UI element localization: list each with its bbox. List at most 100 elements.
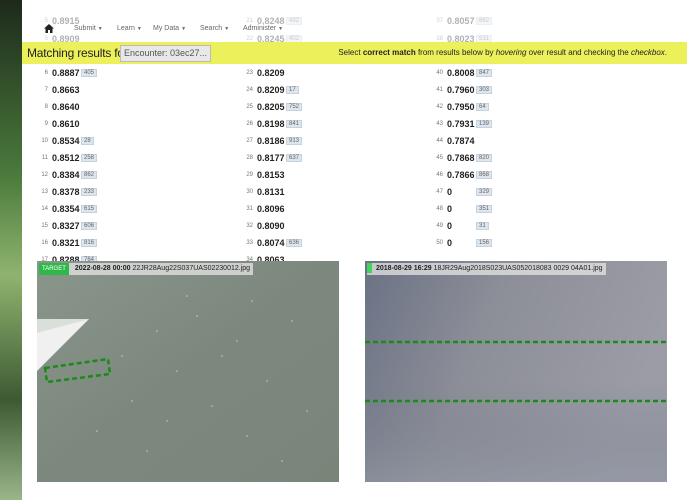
result-score: 0.8198 xyxy=(257,118,285,129)
result-id-badge[interactable]: 847 xyxy=(476,68,493,77)
result-row[interactable]: 46 0.7866 868 xyxy=(429,166,493,183)
result-score: 0 xyxy=(447,186,453,197)
result-row[interactable]: 40 0.8008 847 xyxy=(429,64,493,81)
result-id-badge[interactable]: 139 xyxy=(476,119,493,128)
result-row[interactable]: 9 0.8610 xyxy=(34,115,80,132)
result-score: 0.8209 xyxy=(257,67,285,78)
result-score: 0.8131 xyxy=(257,186,285,197)
result-rank: 29 xyxy=(246,171,253,178)
nav-administer[interactable]: Administer ▼ xyxy=(243,25,283,32)
nav-submit[interactable]: Submit ▼ xyxy=(74,25,103,32)
result-id-badge[interactable]: 405 xyxy=(81,68,98,77)
result-row[interactable]: 12 0.8384 862 xyxy=(34,166,98,183)
target-image-panel[interactable]: TARGET 2022-08-28 00:00 22JR28Aug22S037UA… xyxy=(37,261,339,482)
result-row[interactable]: 43 0.7931 139 xyxy=(429,115,493,132)
result-id-badge[interactable]: 156 xyxy=(476,238,493,247)
result-row[interactable]: 15 0.8327 606 xyxy=(34,217,98,234)
result-rank: 13 xyxy=(41,188,48,195)
result-row[interactable]: 25 0.8205 752 xyxy=(239,98,303,115)
result-rank: 8 xyxy=(44,103,48,110)
navbar: Submit ▼ Learn ▼ My Data ▼ Search ▼ Administ… xyxy=(22,18,687,40)
result-row[interactable]: 45 0.7868 820 xyxy=(429,149,493,166)
result-row[interactable]: 50 0 156 xyxy=(429,234,493,251)
nav-search[interactable]: Search ▼ xyxy=(200,25,229,32)
result-score: 0 xyxy=(447,237,453,248)
result-row[interactable]: 28 0.8177 637 xyxy=(239,149,303,166)
result-row[interactable]: 23 0.8209 xyxy=(239,64,285,81)
result-rank: 27 xyxy=(246,137,253,144)
result-score: 0.8512 xyxy=(52,152,80,163)
result-id-badge[interactable]: 615 xyxy=(81,204,98,213)
result-id-badge[interactable]: 303 xyxy=(476,85,493,94)
result-row[interactable]: 11 0.8512 258 xyxy=(34,149,98,166)
result-row[interactable]: 27 0.8186 913 xyxy=(239,132,303,149)
result-id-badge[interactable]: 636 xyxy=(286,238,303,247)
background-photo xyxy=(0,0,22,500)
result-row[interactable]: 49 0 31 xyxy=(429,217,489,234)
result-rank: 40 xyxy=(436,69,443,76)
result-row[interactable]: 42 0.7950 64 xyxy=(429,98,489,115)
result-id-badge[interactable]: 606 xyxy=(81,221,98,230)
result-row[interactable]: 7 0.8663 xyxy=(34,81,80,98)
result-row[interactable]: 41 0.7960 303 xyxy=(429,81,493,98)
result-row[interactable]: 16 0.8321 816 xyxy=(34,234,98,251)
result-row[interactable]: 30 0.8131 xyxy=(239,183,285,200)
result-row[interactable]: 32 0.8090 xyxy=(239,217,285,234)
result-score: 0.8177 xyxy=(257,152,285,163)
result-id-badge[interactable]: 28 xyxy=(81,136,94,145)
result-id-badge[interactable]: 816 xyxy=(81,238,98,247)
result-rank: 11 xyxy=(41,154,48,161)
result-score: 0.8534 xyxy=(52,135,80,146)
result-row[interactable]: 10 0.8534 28 xyxy=(34,132,94,149)
candidate-image-panel[interactable]: 2018-08-29 16:29 18JR29Aug2018S023UAS052… xyxy=(365,261,667,482)
result-score: 0.8378 xyxy=(52,186,80,197)
result-rank: 9 xyxy=(44,120,48,127)
result-score: 0.8887 xyxy=(52,67,80,78)
result-rank: 42 xyxy=(436,103,443,110)
result-rank: 10 xyxy=(41,137,48,144)
result-id-badge[interactable]: 17 xyxy=(286,85,299,94)
result-id-badge[interactable]: 913 xyxy=(286,136,303,145)
result-id-badge[interactable]: 351 xyxy=(476,204,493,213)
result-score: 0.8640 xyxy=(52,101,80,112)
result-row[interactable]: 24 0.8209 17 xyxy=(239,81,299,98)
result-rank: 16 xyxy=(41,239,48,246)
result-id-badge[interactable]: 862 xyxy=(81,170,98,179)
result-rank: 48 xyxy=(436,205,443,212)
result-row[interactable]: 14 0.8354 615 xyxy=(34,200,98,217)
result-id-badge[interactable]: 329 xyxy=(476,187,493,196)
result-row[interactable]: 6 0.8887 405 xyxy=(34,64,98,81)
result-id-badge[interactable]: 637 xyxy=(286,153,303,162)
result-id-badge[interactable]: 64 xyxy=(476,102,489,111)
result-id-badge[interactable]: 233 xyxy=(81,187,98,196)
result-rank: 6 xyxy=(44,69,48,76)
result-rank: 7 xyxy=(44,86,48,93)
result-score: 0.8327 xyxy=(52,220,80,231)
match-results-page: 5 0.8915 5 0.8909 6 0.8887 405 7 0.8663 8 0.8640 9 0… xyxy=(22,0,687,500)
result-id-badge[interactable]: 841 xyxy=(286,119,303,128)
result-rank: 44 xyxy=(436,137,443,144)
result-row[interactable]: 29 0.8153 xyxy=(239,166,285,183)
result-score: 0.8384 xyxy=(52,169,80,180)
nav-learn[interactable]: Learn ▼ xyxy=(117,25,142,32)
result-id-badge[interactable]: 868 xyxy=(476,170,493,179)
result-score: 0.8321 xyxy=(52,237,80,248)
result-row[interactable]: 44 0.7874 xyxy=(429,132,475,149)
result-id-badge[interactable]: 752 xyxy=(286,102,303,111)
result-rank: 15 xyxy=(41,222,48,229)
result-score: 0.8008 xyxy=(447,67,475,78)
result-row[interactable]: 13 0.8378 233 xyxy=(34,183,98,200)
result-row[interactable]: 48 0 351 xyxy=(429,200,493,217)
result-id-badge[interactable]: 820 xyxy=(476,153,493,162)
result-row[interactable]: 31 0.8096 xyxy=(239,200,285,217)
nav-my-data[interactable]: My Data ▼ xyxy=(153,25,186,32)
result-row[interactable]: 33 0.8074 636 xyxy=(239,234,303,251)
result-id-badge[interactable]: 258 xyxy=(81,153,98,162)
target-image-caption: TARGET 2022-08-28 00:00 22JR28Aug22S037UA… xyxy=(39,263,254,275)
result-row[interactable]: 26 0.8198 841 xyxy=(239,115,303,132)
result-row[interactable]: 47 0 329 xyxy=(429,183,493,200)
result-id-badge[interactable]: 31 xyxy=(476,221,489,230)
home-icon[interactable] xyxy=(44,24,54,33)
result-row[interactable]: 8 0.8640 xyxy=(34,98,80,115)
target-badge: TARGET xyxy=(39,263,69,275)
